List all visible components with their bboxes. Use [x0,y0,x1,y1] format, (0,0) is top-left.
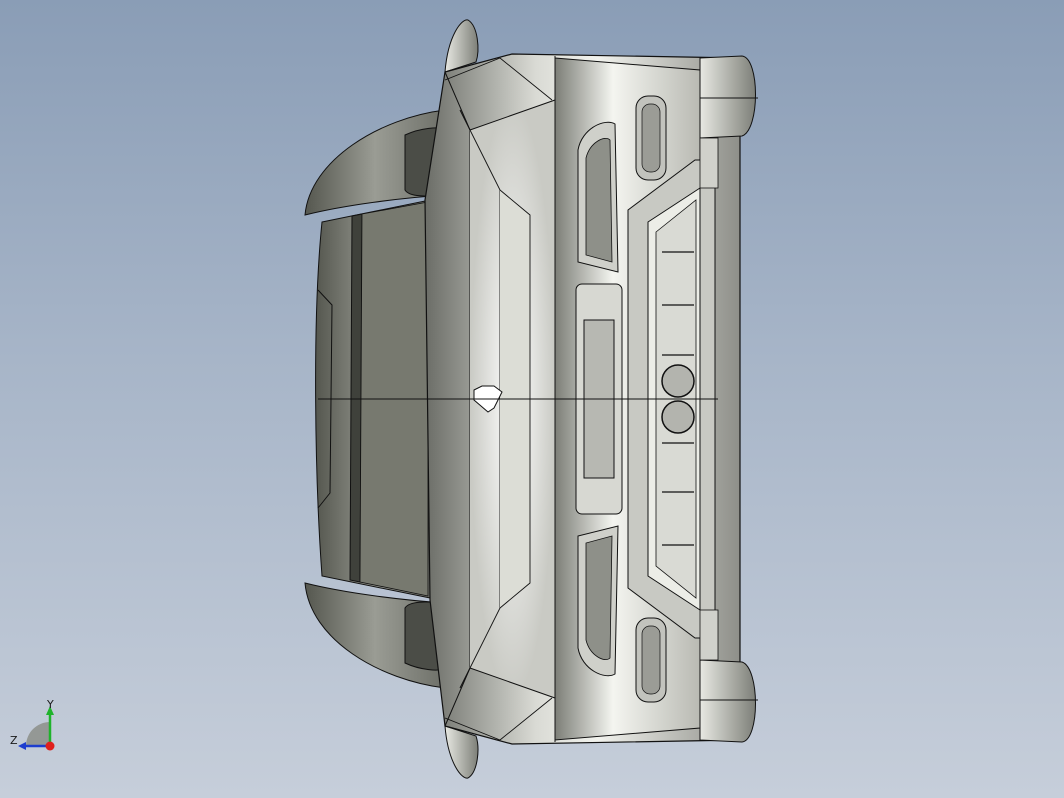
rear-fender-bottom [304,582,446,689]
triad-quarter-disc [26,722,50,746]
tow-hook-top [661,364,695,398]
tow-hook-bottom [661,400,695,434]
rear-fender-top [304,109,446,216]
y-axis-label: Y [46,698,54,711]
x-axis-dot [45,741,55,751]
z-axis-arrow [18,742,26,750]
cad-viewport[interactable] [0,0,1064,798]
orientation-triad: Y Z [10,698,55,751]
z-axis-label: Z [10,734,18,747]
